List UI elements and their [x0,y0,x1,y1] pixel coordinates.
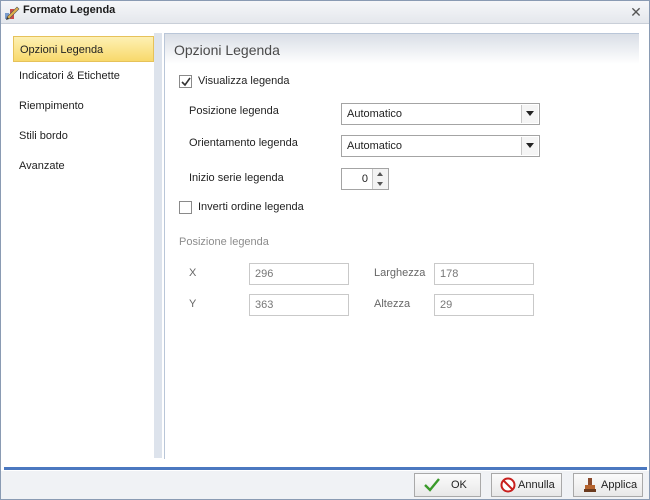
width-value: 178 [440,268,459,280]
apply-label: Applica [601,479,638,491]
checkmark-icon [181,77,191,87]
x-value: 296 [255,268,274,280]
ok-label: OK [451,479,467,491]
width-label: Larghezza [374,267,426,279]
cancel-label: Annulla [518,479,555,491]
sidebar-item-stili-bordo[interactable]: Stili bordo [13,123,154,149]
legend-position-label: Posizione legenda [189,105,279,117]
legend-orientation-select[interactable]: Automatico [341,135,540,157]
panel-title: Opzioni Legenda [174,42,280,58]
chevron-down-icon[interactable] [521,137,538,155]
sidebar: Opzioni Legenda Indicatori & Etichette R… [13,33,162,458]
stamp-icon [584,478,596,492]
series-start-stepper[interactable]: 0 [341,168,389,190]
x-label: X [189,267,197,279]
legend-position-select[interactable]: Automatico [341,103,540,125]
panel-header: Opzioni Legenda [165,34,639,64]
show-legend-label: Visualizza legenda [198,75,290,87]
spin-down-icon[interactable] [372,179,388,189]
dialog-window: Formato Legenda ✕ Opzioni Legenda Indica… [0,0,650,500]
window-title: Formato Legenda [23,4,116,16]
legend-orientation-label: Orientamento legenda [189,137,298,149]
width-field: 178 [434,263,534,285]
series-start-value: 0 [361,173,368,185]
footer-divider [4,467,647,470]
apply-button[interactable]: Applica [573,473,643,497]
chevron-down-icon[interactable] [521,105,538,123]
title-bar[interactable]: Formato Legenda ✕ [1,1,649,24]
height-field: 29 [434,294,534,316]
x-field: 296 [249,263,349,285]
checkmark-icon [424,478,440,492]
close-icon[interactable]: ✕ [629,5,643,19]
sidebar-item-riempimento[interactable]: Riempimento [13,93,154,119]
cancel-button[interactable]: Annulla [491,473,562,497]
y-label: Y [189,298,197,310]
legend-orientation-value: Automatico [347,140,403,152]
cancel-icon [500,477,516,493]
series-start-label: Inizio serie legenda [189,172,284,184]
height-value: 29 [440,299,453,311]
position-group-title: Posizione legenda [179,236,269,248]
show-legend-checkbox[interactable] [179,75,192,88]
sidebar-item-avanzate[interactable]: Avanzate [13,153,154,179]
legend-format-icon [5,6,20,20]
options-panel: Opzioni Legenda Visualizza legenda Posiz… [164,33,639,459]
sidebar-item-indicatori-etichette[interactable]: Indicatori & Etichette [13,63,154,89]
invert-order-checkbox[interactable] [179,201,192,214]
invert-order-label: Inverti ordine legenda [198,201,304,213]
y-field: 363 [249,294,349,316]
sidebar-item-opzioni-legenda[interactable]: Opzioni Legenda [13,36,154,62]
ok-button[interactable]: OK [414,473,481,497]
y-value: 363 [255,299,274,311]
legend-position-value: Automatico [347,108,403,120]
height-label: Altezza [374,298,411,310]
